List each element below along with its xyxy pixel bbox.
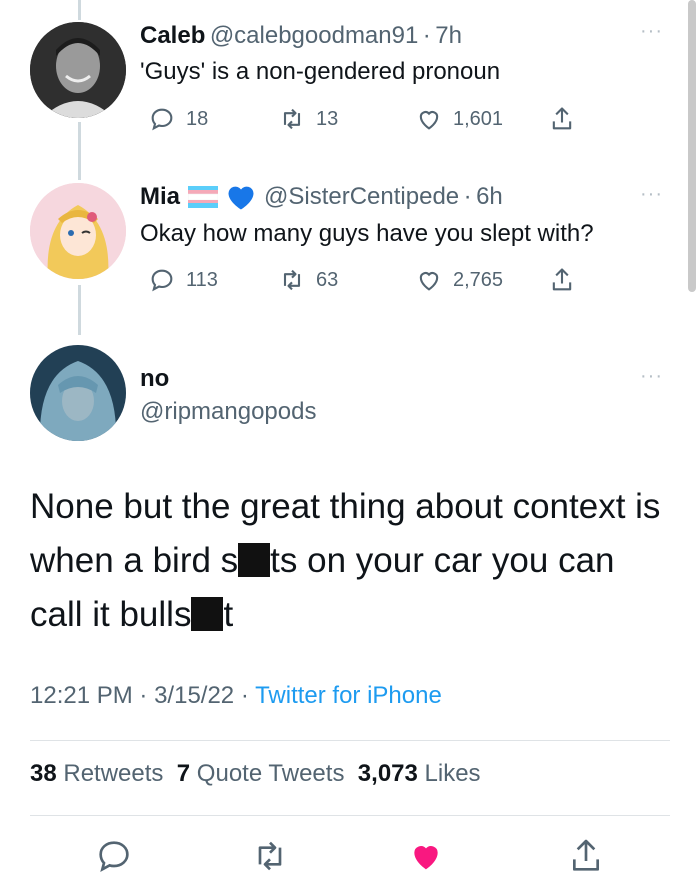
main-tweet-text: None but the great thing about context i… — [30, 480, 670, 642]
avatar[interactable] — [30, 345, 126, 441]
engagement-stats: 38 Retweets 7 Quote Tweets 3,073 Likes — [30, 760, 481, 788]
tweet-header: Mia @SisterCentipede · 6h — [140, 183, 503, 211]
tweet-text-part: t — [223, 595, 234, 634]
display-name[interactable]: no — [140, 365, 169, 393]
retweets-count: 38 — [30, 760, 57, 787]
like-button[interactable] — [406, 836, 446, 876]
reply-button[interactable] — [94, 836, 134, 876]
divider — [30, 815, 670, 816]
avatar[interactable] — [30, 183, 126, 279]
separator: · — [422, 22, 431, 49]
likes-count: 3,073 — [357, 760, 418, 787]
reply-icon — [99, 841, 129, 872]
reply-count: 113 — [186, 268, 218, 291]
separator: · — [463, 183, 472, 210]
tweet-text: 'Guys' is a non-gendered pronoun — [140, 58, 501, 85]
more-options-button[interactable]: ··· — [640, 365, 663, 388]
share-button[interactable] — [566, 836, 606, 876]
tweet-header: Caleb @calebgoodman91 · 7h — [140, 22, 462, 50]
thread-line — [78, 285, 81, 335]
scrollbar[interactable] — [688, 0, 696, 292]
thread-line — [78, 0, 81, 20]
separator: · — [139, 682, 148, 709]
handle[interactable]: @calebgoodman91 — [210, 22, 419, 49]
like-icon — [414, 846, 438, 870]
quotes-stat[interactable]: 7 Quote Tweets — [177, 760, 345, 787]
quotes-count: 7 — [176, 760, 191, 787]
more-options-button[interactable]: ··· — [640, 183, 663, 206]
like-button[interactable]: 1,601 — [415, 105, 503, 133]
reply-icon — [151, 108, 173, 131]
reply-button[interactable]: 18 — [148, 105, 208, 133]
likes-label: Likes — [424, 760, 481, 787]
display-name[interactable]: Mia — [140, 183, 180, 211]
retweet-icon — [283, 108, 301, 130]
tweet-date[interactable]: 3/15/22 — [154, 682, 234, 709]
timestamp[interactable]: 6h — [476, 183, 503, 210]
redaction-box — [191, 597, 224, 631]
handle[interactable]: @ripmangopods — [140, 398, 316, 426]
reply-button[interactable]: 113 — [148, 266, 218, 294]
reply-icon — [151, 269, 173, 292]
like-count: 2,765 — [453, 268, 504, 291]
retweet-icon — [258, 841, 282, 871]
retweet-button[interactable] — [250, 836, 290, 876]
tweet-meta: 12:21 PM · 3/15/22 · Twitter for iPhone — [30, 682, 442, 710]
display-name[interactable]: Caleb — [140, 22, 205, 49]
tweet-time[interactable]: 12:21 PM — [30, 682, 133, 709]
tweet-source-link[interactable]: Twitter for iPhone — [255, 682, 442, 709]
likes-stat[interactable]: 3,073 Likes — [358, 760, 481, 787]
like-icon — [419, 111, 439, 130]
retweet-icon — [283, 269, 301, 291]
like-icon — [419, 272, 439, 291]
reply-count: 18 — [186, 107, 209, 130]
retweet-count: 63 — [316, 268, 339, 291]
avatar[interactable] — [30, 22, 126, 118]
quotes-label: Quote Tweets — [196, 760, 345, 787]
retweets-stat[interactable]: 38 Retweets — [30, 760, 163, 787]
retweet-count: 13 — [316, 107, 339, 130]
tweet-text: Okay how many guys have you slept with? — [140, 220, 594, 247]
share-icon — [552, 268, 572, 291]
trans-flag-icon — [188, 186, 219, 208]
handle[interactable]: @SisterCentipede — [264, 183, 459, 210]
retweet-button[interactable]: 13 — [278, 105, 338, 133]
share-button[interactable] — [548, 105, 576, 133]
share-button[interactable] — [548, 266, 576, 294]
separator: · — [240, 682, 249, 709]
divider — [30, 740, 670, 741]
like-button[interactable]: 2,765 — [415, 266, 503, 294]
thread-line — [78, 122, 81, 180]
retweets-label: Retweets — [63, 760, 164, 787]
share-icon — [573, 839, 599, 871]
more-options-button[interactable]: ··· — [640, 20, 663, 43]
redaction-box — [238, 543, 271, 577]
blue-heart-icon — [228, 186, 254, 210]
share-icon — [552, 107, 572, 130]
retweet-button[interactable]: 63 — [278, 266, 338, 294]
timestamp[interactable]: 7h — [435, 22, 462, 49]
like-count: 1,601 — [453, 107, 504, 130]
